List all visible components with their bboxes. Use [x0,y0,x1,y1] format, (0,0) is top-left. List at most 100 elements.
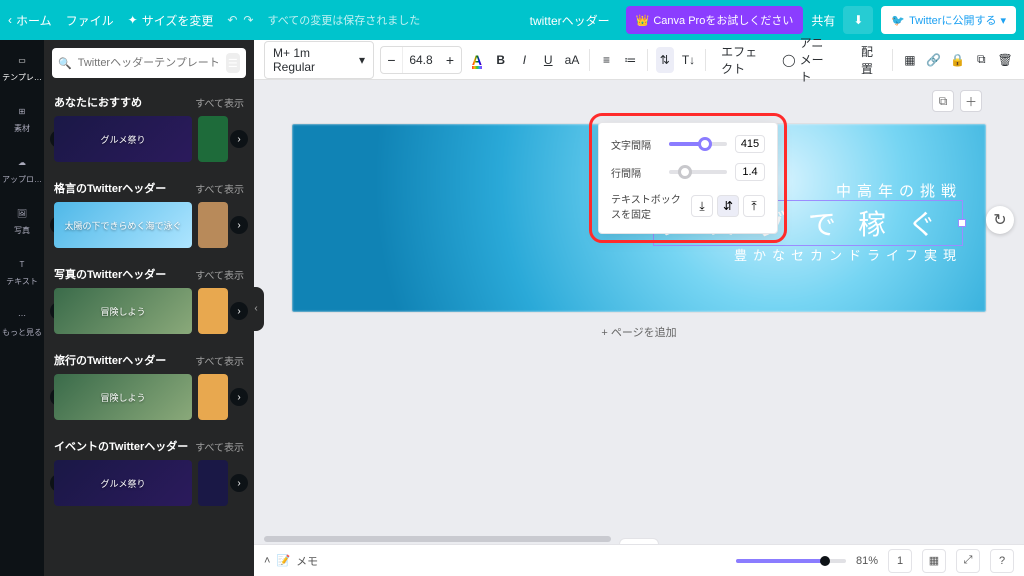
section-title: 旅行のTwitterヘッダー [54,352,166,368]
italic-button[interactable]: I [516,47,534,73]
vertical-text-icon: T↓ [682,53,695,67]
rail-uploads[interactable]: ☁アップロ… [2,148,42,189]
elements-icon: ⊞ [12,101,32,121]
template-thumbnail[interactable] [198,288,228,334]
template-thumbnail[interactable]: グルメ祭り [54,460,192,506]
font-family-select[interactable]: M+ 1m Regular▾ [264,41,374,79]
subheading[interactable]: 豊かなセカンドライフ実現 [654,245,962,264]
duplicate-page-button[interactable]: ⧉ [932,90,954,112]
effects-button[interactable]: エフェクト [714,39,769,81]
lock-button[interactable]: 🔒 [949,47,967,73]
template-thumbnail[interactable]: グルメ祭り [54,116,192,162]
rail-templates[interactable]: ▭テンプレ… [2,46,42,87]
anchor-middle-button[interactable]: ⇵ [717,195,739,217]
fullscreen-button[interactable]: ⤢ [956,549,980,573]
share-button[interactable]: 共有 [811,12,835,29]
template-thumbnail[interactable] [198,202,228,248]
see-all-link[interactable]: すべて表示 [195,95,244,110]
lock-icon: 🔒 [950,53,965,67]
template-thumbnail[interactable] [198,374,228,420]
list-button[interactable]: ≔ [621,47,639,73]
file-menu[interactable]: ファイル [66,12,114,29]
text-spacing-popover: 文字間隔 415 行間隔 1.4 テキストボックスを [598,122,778,234]
vertical-text-button[interactable]: T↓ [680,47,698,73]
rail-photos[interactable]: 🖼写真 [12,199,32,240]
see-all-link[interactable]: すべて表示 [195,353,244,368]
notes-button[interactable]: ˄📝メモ [264,553,318,569]
scroll-right-button[interactable]: › [230,388,248,406]
scroll-right-button[interactable]: › [230,302,248,320]
horizontal-scrollbar[interactable] [254,534,1024,544]
letter-spacing-slider[interactable] [669,142,727,146]
search-settings-button[interactable]: ☰ [226,53,240,73]
line-height-slider[interactable] [669,170,727,174]
text-icon: T [12,254,32,274]
resize-menu[interactable]: ✦ サイズを変更 [128,12,214,29]
slider-knob[interactable] [698,137,712,151]
rail-more[interactable]: ⋯もっと見る [2,301,42,342]
position-button[interactable]: 配置 [854,39,884,81]
add-page-button[interactable]: ＋ [960,90,982,112]
anchor-top-button[interactable]: ⤓ [691,195,713,217]
anchor-label: テキストボックスを固定 [611,191,683,221]
link-button[interactable]: 🔗 [925,47,943,73]
template-search[interactable]: 🔍 ☰ [52,48,246,78]
text-align-button[interactable]: ≡ [598,47,616,73]
font-size-value[interactable]: 64.8 [403,53,439,67]
zoom-value[interactable]: 81% [856,555,878,567]
page-thumbnail-toggle[interactable] [619,538,659,544]
line-height-label: 行間隔 [611,165,661,180]
publish-twitter-button[interactable]: 🐦 Twitterに公開する ▾ [881,6,1016,34]
slider-knob[interactable] [678,165,692,179]
scroll-right-button[interactable]: › [230,130,248,148]
align-icon: ≡ [603,53,610,67]
editor: M+ 1m Regular▾ − 64.8 + A B I U aA ≡ ≔ ⇅… [254,40,1024,576]
template-thumbnail[interactable]: 太陽の下できらめく海で泳ぐ [54,202,192,248]
font-size-decrease[interactable]: − [381,47,403,73]
redo-button[interactable]: ↷ [243,13,253,27]
template-thumbnail[interactable]: 冒険しよう [54,374,192,420]
duplicate-button[interactable]: ⧉ [972,47,990,73]
templates-panel: 🔍 ☰ あなたにおすすめ すべて表示 ‹ グルメ祭り › 格言のTwitterヘ… [44,40,254,576]
rail-text[interactable]: Tテキスト [6,250,38,291]
letter-spacing-value[interactable]: 415 [735,135,765,153]
zoom-slider[interactable] [736,559,846,563]
anchor-bottom-button[interactable]: ⤒ [743,195,765,217]
scroll-right-button[interactable]: › [230,216,248,234]
rail-elements[interactable]: ⊞素材 [12,97,32,138]
add-page-link[interactable]: + ページを追加 [601,324,676,340]
help-button[interactable]: ? [990,549,1014,573]
anchor-top-icon: ⤓ [699,199,704,214]
bold-button[interactable]: B [492,47,510,73]
rotate-icon: ↻ [993,210,1006,230]
project-title[interactable]: twitterヘッダー [522,8,618,33]
page-count-button[interactable]: 1 [888,549,912,573]
underline-button[interactable]: U [539,47,557,73]
see-all-link[interactable]: すべて表示 [195,267,244,282]
template-thumbnail[interactable] [198,116,228,162]
line-height-value[interactable]: 1.4 [735,163,765,181]
font-color-button[interactable]: A [468,47,486,73]
home-button[interactable]: ‹ ホーム [8,12,52,29]
download-button[interactable]: ⬇ [843,6,873,34]
text-case-button[interactable]: aA [563,47,581,73]
transparency-button[interactable]: ▦ [901,47,919,73]
grid-view-button[interactable]: ▦ [922,549,946,573]
template-thumbnail[interactable] [198,460,228,506]
see-all-link[interactable]: すべて表示 [195,181,244,196]
undo-button[interactable]: ↶ [227,13,237,27]
canvas-area[interactable]: ⧉ ＋ 中高年の挑戦 ブログで稼ぐ 豊かなセカンドライフ実現 ↻ + ページを追… [254,80,1024,544]
see-all-link[interactable]: すべて表示 [195,439,244,454]
text-spacing-button[interactable]: ⇅ [656,47,674,73]
zoom-knob[interactable] [820,556,830,566]
font-size-increase[interactable]: + [439,47,461,73]
expand-icon: ⤢ [964,554,973,567]
scroll-right-button[interactable]: › [230,474,248,492]
thumbnail-caption: 太陽の下できらめく海で泳ぐ [64,219,181,232]
notes-icon: 📝 [276,554,290,567]
search-input[interactable] [78,57,220,69]
template-thumbnail[interactable]: 冒険しよう [54,288,192,334]
twitter-icon: 🐦 [891,14,905,27]
rotate-handle[interactable]: ↻ [986,206,1014,234]
delete-button[interactable]: 🗑 [996,47,1014,73]
